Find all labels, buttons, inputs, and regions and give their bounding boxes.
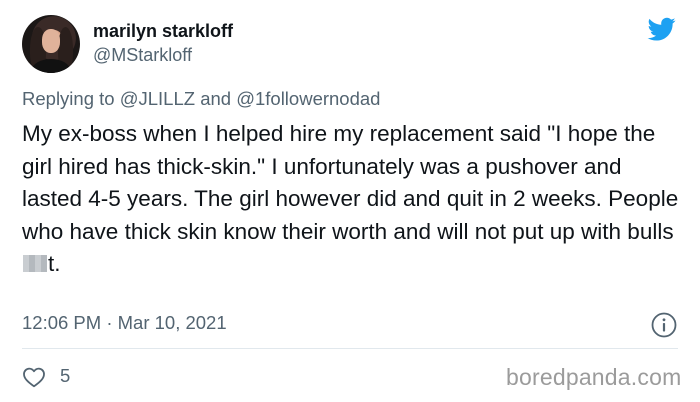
author-handle[interactable]: @MStarkloff [93, 45, 192, 66]
reply-prefix: Replying to [22, 88, 115, 109]
tweet-text-main: My ex-boss when I helped hire my replace… [22, 121, 679, 244]
info-icon[interactable] [651, 312, 677, 338]
watermark: boredpanda.com [506, 364, 682, 390]
tweet-text-end: t. [48, 251, 61, 276]
twitter-bird-icon[interactable] [646, 15, 678, 43]
heart-icon[interactable] [22, 366, 46, 388]
censor-blur [23, 255, 47, 272]
reply-context: Replying to @JLILLZ and @1followernodad [22, 88, 380, 110]
reply-mention-jlillz[interactable]: @JLILLZ [120, 88, 195, 109]
reply-mention-1followernodad[interactable]: @1followernodad [236, 88, 380, 109]
tweet-text: My ex-boss when I helped hire my replace… [22, 118, 682, 281]
avatar-face [42, 29, 60, 53]
like-count: 5 [60, 365, 71, 386]
divider [22, 348, 678, 349]
tweet-timestamp[interactable]: 12:06 PM · Mar 10, 2021 [22, 312, 227, 334]
avatar[interactable] [22, 15, 80, 73]
author-display-name[interactable]: marilyn starkloff [93, 21, 233, 42]
reply-conjunction: and [200, 88, 232, 109]
